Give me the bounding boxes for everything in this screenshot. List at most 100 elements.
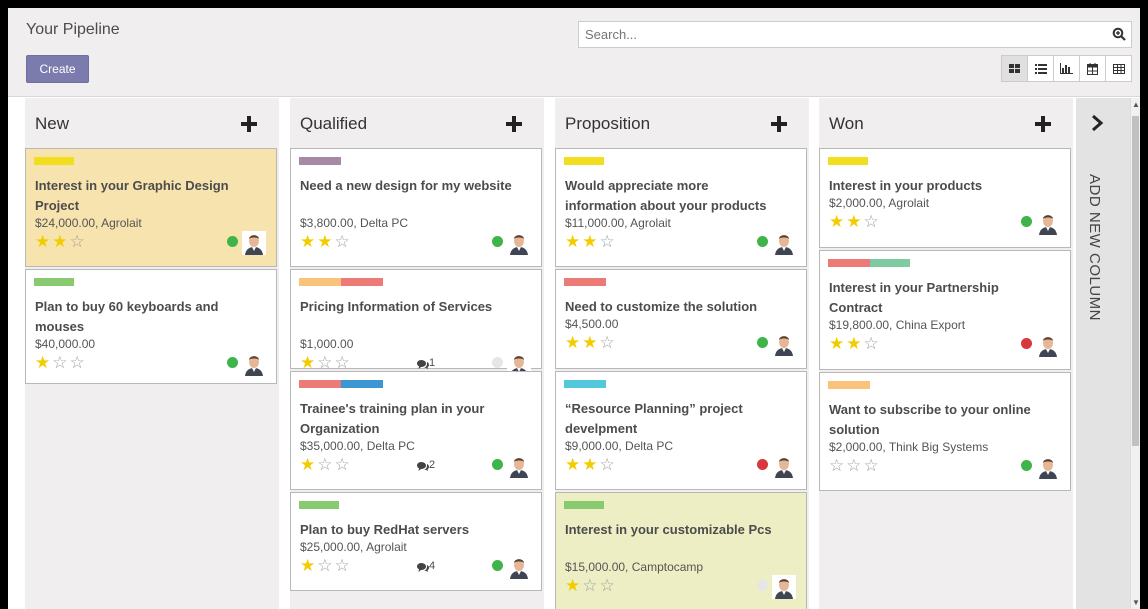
star-filled-icon[interactable]: ★ <box>829 335 844 352</box>
kanban-card[interactable]: Would appreciate more information about … <box>555 148 807 267</box>
kanban-card[interactable]: Need to customize the solution $4,500.00 ★… <box>555 269 807 369</box>
list-icon <box>1034 63 1047 74</box>
plus-icon[interactable] <box>771 116 787 137</box>
search-icon[interactable] <box>1112 27 1126 46</box>
calendar-view-button[interactable] <box>1079 55 1106 82</box>
message-count[interactable]: 4 <box>417 560 435 572</box>
tag-color-bar <box>34 278 74 286</box>
star-filled-icon[interactable]: ★ <box>846 213 861 230</box>
card-title: Interest in your Graphic Design Project <box>35 178 229 213</box>
star-empty-icon[interactable]: ☆ <box>600 334 615 351</box>
star-empty-icon[interactable]: ☆ <box>864 457 879 474</box>
kanban-state-dot[interactable] <box>757 459 768 470</box>
column-qualified: Qualified Need a new design for my websit… <box>290 98 544 609</box>
card-amount-partner: $40,000.00 <box>35 337 96 351</box>
create-button[interactable]: Create <box>26 55 89 83</box>
kanban-card[interactable]: Interest in your Partnership Contract $19… <box>819 250 1071 370</box>
kanban-card[interactable]: Pricing Information of Services $1,000.00… <box>290 269 542 376</box>
card-tags <box>564 278 606 286</box>
column-title[interactable]: New <box>35 114 69 134</box>
plus-icon[interactable] <box>1035 116 1051 137</box>
vertical-scrollbar[interactable]: ▲ ▼ <box>1130 98 1140 609</box>
kanban-card[interactable]: Trainee's training plan in your Organiza… <box>290 371 542 490</box>
kanban-state-dot[interactable] <box>492 459 503 470</box>
star-empty-icon[interactable]: ☆ <box>317 354 332 371</box>
column-title[interactable]: Won <box>829 114 864 134</box>
kanban-state-dot[interactable] <box>1021 216 1032 227</box>
star-filled-icon[interactable]: ★ <box>829 213 844 230</box>
message-count[interactable]: 2 <box>417 459 435 471</box>
star-filled-icon[interactable]: ★ <box>35 233 50 250</box>
scrollbar-thumb[interactable] <box>1132 116 1139 446</box>
kanban-card[interactable]: Interest in your Graphic Design Project $… <box>25 148 277 267</box>
star-empty-icon[interactable]: ☆ <box>70 354 85 371</box>
star-empty-icon[interactable]: ☆ <box>600 577 615 594</box>
star-empty-icon[interactable]: ☆ <box>864 213 879 230</box>
star-empty-icon[interactable]: ☆ <box>846 457 861 474</box>
star-filled-icon[interactable]: ★ <box>582 456 597 473</box>
scroll-down-icon[interactable]: ▼ <box>1132 598 1140 607</box>
kanban-state-dot[interactable] <box>1021 460 1032 471</box>
kanban-state-dot[interactable] <box>757 337 768 348</box>
kanban-state-dot[interactable] <box>227 357 238 368</box>
kanban-card[interactable]: Interest in your products $2,000.00, Agro… <box>819 148 1071 248</box>
star-empty-icon[interactable]: ☆ <box>864 335 879 352</box>
chevron-right-icon[interactable] <box>1090 114 1104 137</box>
column-title[interactable]: Proposition <box>565 114 650 134</box>
star-filled-icon[interactable]: ★ <box>582 233 597 250</box>
kanban-card[interactable]: Interest in your customizable Pcs $15,000… <box>555 492 807 609</box>
star-filled-icon[interactable]: ★ <box>300 354 315 371</box>
star-filled-icon[interactable]: ★ <box>565 334 580 351</box>
list-view-button[interactable] <box>1027 55 1054 82</box>
kanban-card[interactable]: “Resource Planning” project develpment $9… <box>555 371 807 490</box>
star-empty-icon[interactable]: ☆ <box>335 233 350 250</box>
star-empty-icon[interactable]: ☆ <box>317 557 332 574</box>
kanban-state-dot[interactable] <box>492 560 503 571</box>
star-filled-icon[interactable]: ★ <box>52 233 67 250</box>
star-empty-icon[interactable]: ☆ <box>335 354 350 371</box>
star-filled-icon[interactable]: ★ <box>300 456 315 473</box>
star-filled-icon[interactable]: ★ <box>565 577 580 594</box>
add-new-column-panel[interactable]: ADD NEW COLUMN <box>1076 98 1130 609</box>
kanban-card[interactable]: Need a new design for my website $3,800.0… <box>290 148 542 267</box>
star-empty-icon[interactable]: ☆ <box>335 557 350 574</box>
star-empty-icon[interactable]: ☆ <box>582 577 597 594</box>
star-empty-icon[interactable]: ☆ <box>600 233 615 250</box>
star-filled-icon[interactable]: ★ <box>317 233 332 250</box>
star-empty-icon[interactable]: ☆ <box>335 456 350 473</box>
kanban-view-button[interactable] <box>1001 55 1028 82</box>
star-filled-icon[interactable]: ★ <box>565 233 580 250</box>
kanban-state-dot[interactable] <box>227 236 238 247</box>
star-filled-icon[interactable]: ★ <box>565 456 580 473</box>
chat-bubbles-icon <box>417 360 429 369</box>
star-empty-icon[interactable]: ☆ <box>829 457 844 474</box>
priority-stars: ★ ☆ ☆ <box>300 354 352 371</box>
kanban-state-dot[interactable] <box>1021 338 1032 349</box>
star-filled-icon[interactable]: ★ <box>846 335 861 352</box>
plus-icon[interactable] <box>241 116 257 137</box>
kanban-card[interactable]: Plan to buy RedHat servers $25,000.00, Ag… <box>290 492 542 591</box>
star-empty-icon[interactable]: ☆ <box>52 354 67 371</box>
star-empty-icon[interactable]: ☆ <box>317 456 332 473</box>
card-tags <box>564 157 604 165</box>
kanban-card[interactable]: Plan to buy 60 keyboards and mouses $40,0… <box>25 269 277 384</box>
scroll-up-icon[interactable]: ▲ <box>1132 100 1140 109</box>
column-title[interactable]: Qualified <box>300 114 367 134</box>
graph-view-button[interactable] <box>1053 55 1080 82</box>
message-count[interactable]: 1 <box>417 357 435 369</box>
star-empty-icon[interactable]: ☆ <box>600 456 615 473</box>
star-filled-icon[interactable]: ★ <box>300 557 315 574</box>
search-input[interactable] <box>579 22 1079 47</box>
star-filled-icon[interactable]: ★ <box>35 354 50 371</box>
plus-icon[interactable] <box>506 116 522 137</box>
kanban-state-dot[interactable] <box>492 357 503 368</box>
kanban-state-dot[interactable] <box>757 580 768 591</box>
tag-color-bar <box>299 380 341 388</box>
kanban-card[interactable]: Want to subscribe to your online solutio… <box>819 372 1071 491</box>
kanban-state-dot[interactable] <box>492 236 503 247</box>
star-filled-icon[interactable]: ★ <box>582 334 597 351</box>
pivot-view-button[interactable] <box>1105 55 1132 82</box>
star-empty-icon[interactable]: ☆ <box>70 233 85 250</box>
kanban-state-dot[interactable] <box>757 236 768 247</box>
star-filled-icon[interactable]: ★ <box>300 233 315 250</box>
